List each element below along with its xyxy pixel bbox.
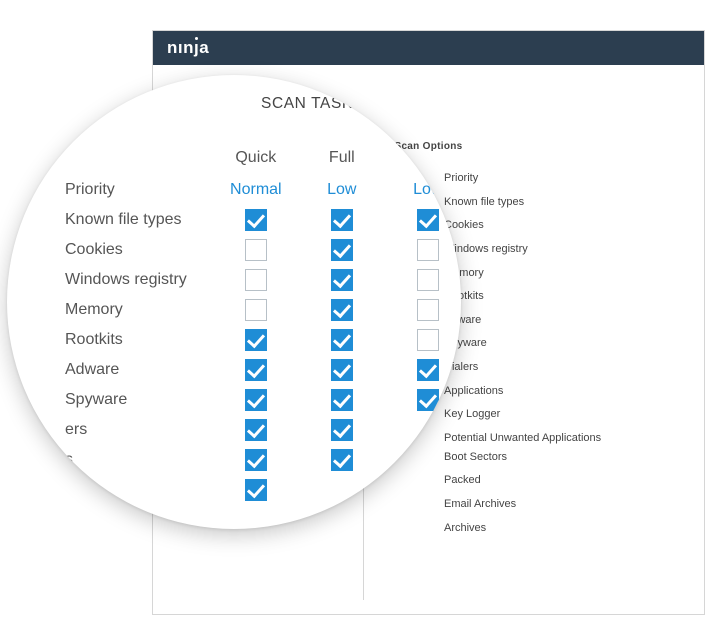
checkbox[interactable] [331,209,353,231]
option-label: Rootkits [444,290,624,303]
row-label: Known file types [65,209,213,231]
checkbox[interactable] [417,299,439,321]
column-header-quick: Quick [213,149,299,171]
checkbox[interactable] [331,419,353,441]
option-label: Email Archives [444,498,624,511]
checkbox[interactable] [417,269,439,291]
option-label: Key Logger [444,408,624,421]
title-bar: nınȷa [153,31,704,65]
checkbox[interactable] [245,239,267,261]
checkbox[interactable] [417,359,439,381]
checkbox[interactable] [245,479,267,501]
checkbox[interactable] [331,359,353,381]
checkbox[interactable] [245,209,267,231]
column-header-full: Full [299,149,385,171]
scan-options-table: Quick Full Priority Normal Low Low Known… [65,141,461,509]
row-label: Spyware [65,389,213,411]
option-label: Cookies [444,219,624,232]
checkbox[interactable] [331,239,353,261]
checkbox[interactable] [245,359,267,381]
option-label: Archives [444,522,624,535]
row-label-priority: Priority [65,179,213,201]
option-label: Priority [444,172,624,185]
lens-title: SCAN TASK O [261,95,461,113]
row-label [65,479,213,501]
row-label: Windows registry [65,269,213,291]
checkbox[interactable] [245,269,267,291]
magnifier-lens: SCAN TASK O Quick Full Priority Normal L… [7,75,461,529]
column-header-custom [385,149,461,171]
checkbox[interactable] [417,329,439,351]
priority-select-quick[interactable]: Normal [213,179,299,201]
option-label: Dialers [444,361,624,374]
option-label: Known file types [444,196,624,209]
option-label: Packed [444,474,624,487]
checkbox[interactable] [417,389,439,411]
checkbox[interactable] [331,329,353,351]
row-label: Cookies [65,239,213,261]
brand-logo: nınȷa [167,38,209,58]
checkbox[interactable] [245,389,267,411]
option-label: Boot Sectors [444,451,624,464]
checkbox[interactable] [417,239,439,261]
option-label: Spyware [444,337,624,350]
priority-select-custom[interactable]: Low [385,179,461,201]
checkbox[interactable] [245,419,267,441]
option-label: Windows registry [444,243,624,256]
checkbox[interactable] [331,449,353,471]
option-label: Memory [444,267,624,280]
checkbox[interactable] [331,269,353,291]
option-label: Adware [444,314,624,327]
checkbox[interactable] [417,209,439,231]
option-label-list: Priority Known file types Cookies Window… [444,172,624,600]
row-label: s [65,449,213,471]
row-label: Memory [65,299,213,321]
option-label: Applications [444,385,624,398]
option-label: Potential Unwanted Applications [444,432,624,445]
checkbox[interactable] [245,329,267,351]
priority-select-full[interactable]: Low [299,179,385,201]
checkbox[interactable] [331,389,353,411]
row-label: Adware [65,359,213,381]
checkbox[interactable] [331,299,353,321]
row-label: ers [65,419,213,441]
checkbox[interactable] [245,449,267,471]
checkbox[interactable] [245,299,267,321]
row-label: Rootkits [65,329,213,351]
